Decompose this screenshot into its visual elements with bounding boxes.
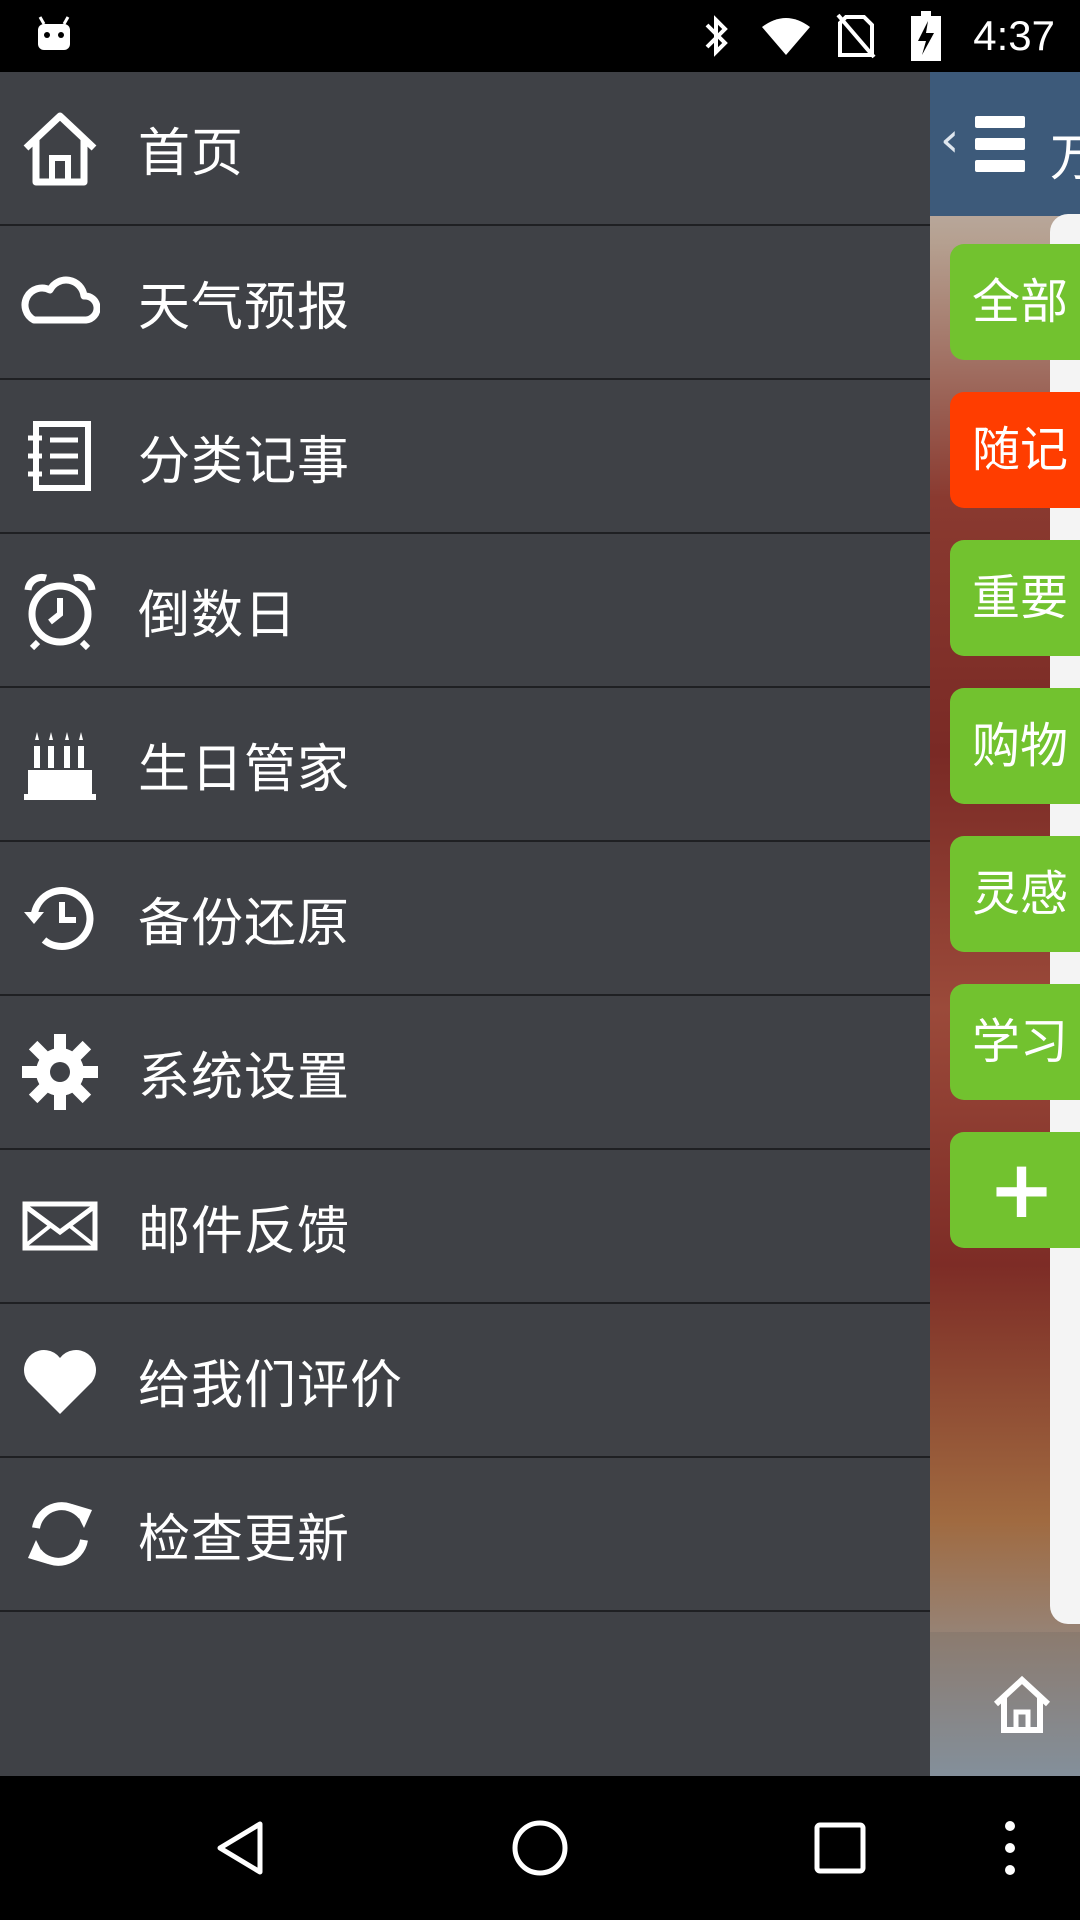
drawer-item-label: 邮件反馈 bbox=[138, 1201, 351, 1262]
drawer-item-label: 给我们评价 bbox=[138, 1355, 404, 1416]
gear-icon bbox=[20, 1032, 100, 1112]
cloud-icon bbox=[20, 262, 100, 342]
back-chevron-icon[interactable]: ‹ bbox=[940, 112, 959, 168]
add-category-button[interactable]: + bbox=[950, 1132, 1080, 1248]
category-tab-shopping[interactable]: 购物 bbox=[950, 688, 1080, 804]
drawer-item-label: 倒数日 bbox=[138, 585, 298, 646]
battery-charging-icon bbox=[899, 9, 953, 63]
drawer-item-countdown[interactable]: 倒数日 bbox=[0, 534, 930, 688]
drawer-item-label: 分类记事 bbox=[138, 431, 351, 492]
no-sim-icon bbox=[829, 9, 883, 63]
navigation-drawer: 首页 天气预报 分类记事 倒数日 生日管家 备份还原 系统设置 邮件反馈 给我们… bbox=[0, 72, 930, 1776]
refresh-icon bbox=[20, 1494, 100, 1574]
drawer-item-label: 生日管家 bbox=[138, 739, 351, 800]
status-bar: 4:37 bbox=[0, 0, 1080, 72]
drawer-item-email-feedback[interactable]: 邮件反馈 bbox=[0, 1150, 930, 1304]
category-tab-notes[interactable]: 随记 bbox=[950, 392, 1080, 508]
clock: 4:37 bbox=[973, 12, 1055, 59]
overflow-menu-icon[interactable] bbox=[990, 1818, 1030, 1878]
category-tab-all[interactable]: 全部 bbox=[950, 244, 1080, 360]
app-title: 万 bbox=[1050, 129, 1080, 187]
heart-icon bbox=[20, 1340, 100, 1420]
android-icon bbox=[38, 16, 70, 50]
system-navigation-bar bbox=[0, 1776, 1080, 1920]
drawer-item-home[interactable]: 首页 bbox=[0, 72, 930, 226]
drawer-item-weather[interactable]: 天气预报 bbox=[0, 226, 930, 380]
drawer-item-backup-restore[interactable]: 备份还原 bbox=[0, 842, 930, 996]
home-icon[interactable] bbox=[990, 1672, 1054, 1736]
drawer-item-label: 系统设置 bbox=[138, 1047, 351, 1108]
category-tab-study[interactable]: 学习 bbox=[950, 984, 1080, 1100]
drawer-item-label: 首页 bbox=[138, 123, 245, 184]
bluetooth-icon bbox=[689, 9, 743, 63]
back-triangle-icon[interactable] bbox=[210, 1818, 270, 1878]
home-icon bbox=[20, 108, 100, 188]
recents-square-icon[interactable] bbox=[810, 1818, 870, 1878]
alarm-clock-icon bbox=[20, 570, 100, 650]
category-tab-inspiration[interactable]: 灵感 bbox=[950, 836, 1080, 952]
drawer-item-birthday[interactable]: 生日管家 bbox=[0, 688, 930, 842]
drawer-item-categorized-notes[interactable]: 分类记事 bbox=[0, 380, 930, 534]
wifi-icon bbox=[759, 9, 813, 63]
background-app: ‹ 万 全部 随记 重要 购物 灵感 学习 + bbox=[930, 72, 1080, 1776]
category-tab-important[interactable]: 重要 bbox=[950, 540, 1080, 656]
history-icon bbox=[20, 878, 100, 958]
birthday-cake-icon bbox=[20, 724, 100, 804]
envelope-icon bbox=[20, 1186, 100, 1266]
drawer-item-settings[interactable]: 系统设置 bbox=[0, 996, 930, 1150]
drawer-item-label: 备份还原 bbox=[138, 893, 351, 954]
drawer-item-rate-us[interactable]: 给我们评价 bbox=[0, 1304, 930, 1458]
drawer-item-check-update[interactable]: 检查更新 bbox=[0, 1458, 930, 1612]
notebook-icon bbox=[20, 416, 100, 496]
home-circle-icon[interactable] bbox=[510, 1818, 570, 1878]
drawer-item-label: 天气预报 bbox=[138, 277, 351, 338]
app-toolbar: ‹ 万 bbox=[930, 72, 1080, 216]
hamburger-menu-icon[interactable] bbox=[975, 116, 1025, 172]
drawer-item-label: 检查更新 bbox=[138, 1509, 351, 1570]
